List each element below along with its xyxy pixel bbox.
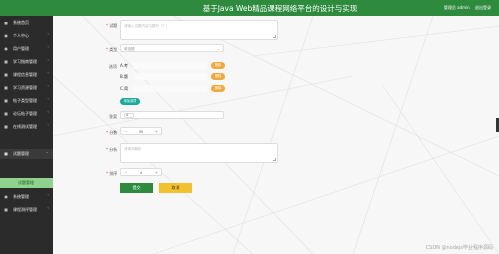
order-stepper[interactable]: − 4 + (120, 168, 162, 176)
sidebar: 系统首页 个人中心 ‹ 用户管理 ‹ 学习指南管理 ‹ 课程信息管理 ‹ 学习资… (0, 16, 53, 254)
sidebar-item-label: 学习资源管理 (13, 85, 37, 90)
chevron-icon: ‹ (47, 206, 49, 211)
sidebar-item-label: 系统首页 (13, 20, 29, 25)
delete-option-button[interactable]: 删除 (211, 85, 225, 92)
option-label: B.题 (120, 74, 129, 79)
forum-icon (4, 112, 8, 116)
resource-icon (4, 86, 8, 90)
chevron-icon: ‹ (47, 84, 49, 89)
sidebar-item-users[interactable]: 用户管理 ‹ (0, 44, 53, 54)
sidebar-item-post-type[interactable]: 帖子类型管理 ‹ (0, 96, 53, 106)
top-header: 基于Java Web精品课程网络平台的设计与实现 管理员 admin 退出登录 (0, 0, 499, 16)
chevron-down-icon: ⌄ (216, 45, 220, 51)
sidebar-item-label: 用户管理 (13, 46, 29, 51)
user-icon (4, 34, 8, 38)
option-label: A.考 (120, 63, 128, 68)
watermark: CSDN @nodejs毕业程序源码 (425, 245, 493, 251)
chevron-icon: ‹ (47, 97, 49, 102)
delete-option-button[interactable]: 删除 (211, 62, 225, 69)
main-content: * 试题 请输入试题内容与题号（？） * 类型 单选题 ⌄ 选项 A.考 删除 … (53, 16, 499, 254)
sidebar-item-label: 在线测试管理 (13, 124, 37, 129)
sidebar-item-course[interactable]: 课程信息管理 ‹ (0, 70, 53, 80)
cancel-button[interactable]: 取消 (159, 183, 192, 193)
chevron-icon: ‹ (47, 110, 49, 115)
question-textarea[interactable]: 请输入试题内容与题号（？） (120, 20, 278, 40)
type-value: 单选题 (124, 46, 135, 51)
gear-icon (4, 195, 8, 199)
sidebar-item-questions[interactable]: 试题管理 ⌄ (0, 149, 53, 159)
sidebar-item-profile[interactable]: 个人中心 ‹ (0, 31, 53, 41)
option-input[interactable] (133, 85, 207, 92)
type-label: * 类型 (106, 47, 118, 52)
resize-handle[interactable] (273, 35, 276, 38)
sidebar-item-label: 学习指南管理 (13, 59, 37, 64)
user-area: 管理员 admin 退出登录 (444, 5, 491, 11)
analysis-textarea[interactable]: 请填写解析 (120, 143, 278, 163)
sidebar-item-label: 论坛帖子管理 (13, 111, 37, 116)
tag-icon (4, 99, 8, 103)
sidebar-item-system[interactable]: 系统管理 ‹ (0, 192, 53, 202)
chevron-icon: ‹ (47, 71, 49, 76)
sidebar-item-guide[interactable]: 学习指南管理 ‹ (0, 57, 53, 67)
plus-icon[interactable]: + (155, 170, 158, 175)
chevron-icon: ‹ (47, 32, 49, 37)
sidebar-item-label: 课程测评管理 (13, 207, 37, 212)
sidebar-item-label: 个人中心 (13, 33, 29, 38)
sidebar-subitem-questions[interactable]: 试题管理 (0, 178, 53, 188)
question-placeholder: 请输入试题内容与题号（？） (124, 24, 170, 28)
delete-option-button[interactable]: 删除 (211, 73, 225, 80)
sidebar-subitem-label: 试题管理 (18, 180, 34, 185)
option-input[interactable] (133, 73, 207, 80)
sidebar-item-label: 课程信息管理 (13, 72, 37, 77)
home-icon (4, 22, 8, 25)
app-title: 基于Java Web精品课程网络平台的设计与实现 (202, 4, 358, 13)
sidebar-item-resource[interactable]: 学习资源管理 ‹ (0, 83, 53, 93)
answer-value: A (126, 113, 129, 118)
sidebar-item-label: 帖子类型管理 (13, 98, 37, 103)
guide-icon (4, 60, 8, 64)
order-label: * 排序 (106, 171, 118, 176)
options-label: 选项 (109, 64, 117, 69)
analysis-label: * 分析 (106, 147, 118, 152)
sidebar-item-label: 系统管理 (13, 194, 29, 199)
option-label: C.简 (120, 86, 129, 91)
analysis-placeholder: 请填写解析 (124, 147, 142, 151)
logout-link[interactable]: 退出登录 (475, 5, 491, 10)
sidebar-item-home[interactable]: 系统首页 (0, 18, 53, 28)
sidebar-item-forum[interactable]: 论坛帖子管理 ‹ (0, 109, 53, 119)
chevron-icon: ‹ (47, 58, 49, 63)
plus-icon[interactable]: + (155, 129, 158, 134)
background-lines (53, 16, 499, 254)
score-label: * 分数 (106, 130, 118, 135)
course-icon (4, 73, 8, 77)
evaluation-icon (4, 208, 8, 212)
test-icon (4, 125, 8, 129)
type-select[interactable]: 单选题 ⌄ (120, 44, 224, 52)
answer-select[interactable]: A (120, 111, 224, 119)
question-label: * 试题 (106, 23, 118, 28)
score-stepper[interactable]: − 30 + (120, 127, 162, 135)
chevron-icon: ‹ (47, 123, 49, 128)
add-option-button[interactable]: 添加选项 (120, 98, 140, 105)
chevron-down-icon: ⌄ (45, 150, 49, 155)
question-icon (4, 152, 8, 156)
chevron-icon: ‹ (47, 45, 49, 50)
users-icon (4, 47, 8, 51)
answer-label: 答案 (109, 114, 117, 119)
chevron-icon: ‹ (47, 193, 49, 198)
option-input[interactable] (133, 62, 207, 69)
sidebar-item-evaluation[interactable]: 课程测评管理 ‹ (0, 205, 53, 215)
submit-button[interactable]: 提交 (120, 183, 153, 193)
sidebar-item-online-test[interactable]: 在线测试管理 ‹ (0, 122, 53, 132)
resize-handle[interactable] (273, 158, 276, 161)
sidebar-item-label: 试题管理 (13, 151, 29, 156)
admin-label: 管理员 admin (443, 5, 470, 10)
